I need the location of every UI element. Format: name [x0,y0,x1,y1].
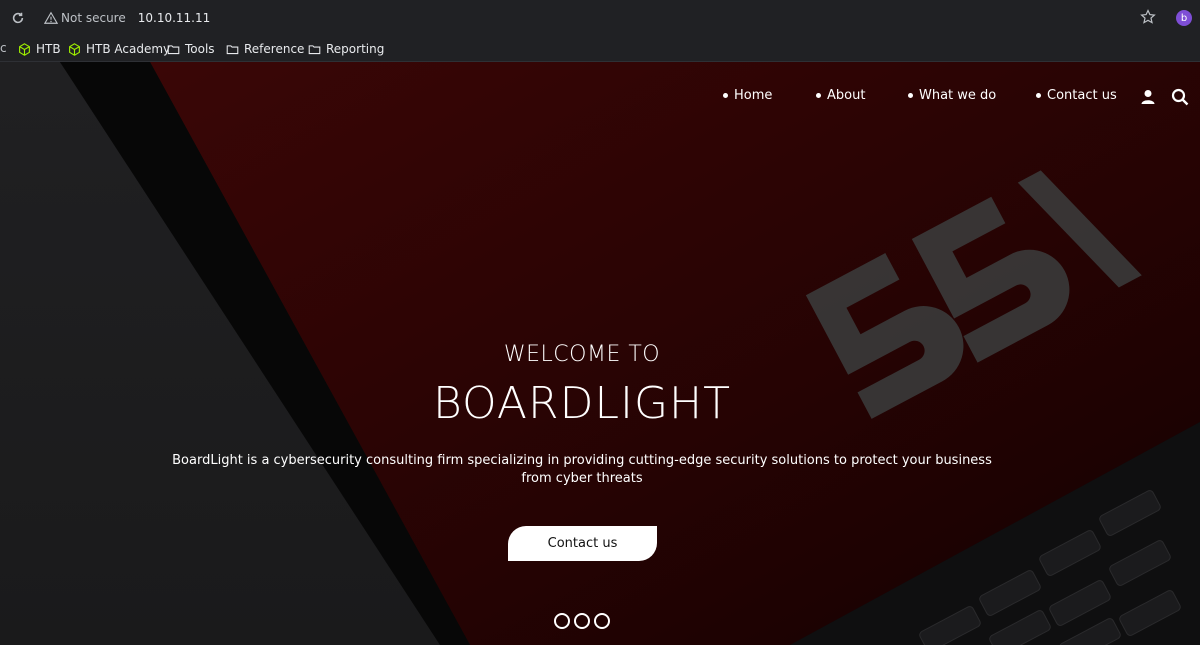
nav-label: About [827,88,866,103]
url-host[interactable]: 10.10.11.11 [138,11,211,25]
bookmark-truncated[interactable]: c [0,41,7,55]
htb-cube-icon [69,42,80,56]
nav-bullet [908,93,913,98]
carousel-indicator[interactable] [574,613,590,629]
bookmark-label: Reporting [326,42,385,56]
nav-home[interactable]: Home [723,88,772,103]
folder-icon [226,44,239,54]
bookmark-label: Tools [185,42,215,56]
browser-toolbar: Not secure 10.10.11.11 b [0,0,1200,36]
security-status[interactable]: Not secure [61,11,126,25]
nav-about[interactable]: About [816,88,865,103]
carousel-indicator[interactable] [554,613,570,629]
hero-welcome: WELCOME TO [503,342,661,367]
contact-us-button[interactable]: Contact us [508,526,657,561]
nav-bullet [723,93,728,98]
warning-icon [44,11,58,24]
bookmark-star-icon[interactable] [1140,9,1156,25]
nav-contact-us[interactable]: Contact us [1036,88,1117,103]
nav-label: What we do [919,88,997,103]
carousel-indicator[interactable] [594,613,610,629]
bookmarks-bar: c HTB HTB Academy Tools Reference Report… [0,36,1200,62]
nav-bullet [1036,93,1041,98]
htb-cube-icon [19,42,30,56]
bookmark-reference[interactable]: Reference [226,40,304,58]
bookmark-tools[interactable]: Tools [167,40,215,58]
bookmark-htb[interactable]: HTB [18,40,61,58]
bookmark-label: HTB [36,42,61,56]
hero-description: BoardLight is a cybersecurity consulting… [172,453,992,486]
hero-brand-title: BOARDLIGHT [433,378,731,429]
nav-what-we-do[interactable]: What we do [908,88,996,103]
hero-section: Home About What we do Contact us WELCOME… [0,62,1200,645]
carousel-indicators [554,613,610,629]
reload-icon[interactable] [10,10,26,26]
user-icon[interactable] [1139,88,1157,106]
search-icon[interactable] [1171,88,1189,106]
bookmark-htb-academy[interactable]: HTB Academy [68,40,170,58]
folder-icon [167,44,180,54]
nav-bullet [816,93,821,98]
bookmark-label: HTB Academy [86,42,171,56]
bookmark-reporting[interactable]: Reporting [308,40,384,58]
site-nav: Home About What we do Contact us [0,88,1200,108]
folder-icon [308,44,321,54]
nav-label: Contact us [1047,88,1117,103]
profile-avatar[interactable]: b [1176,10,1192,26]
address-bar[interactable]: Not secure 10.10.11.11 [36,4,1152,32]
nav-label: Home [734,88,773,103]
bookmark-label: Reference [244,42,305,56]
